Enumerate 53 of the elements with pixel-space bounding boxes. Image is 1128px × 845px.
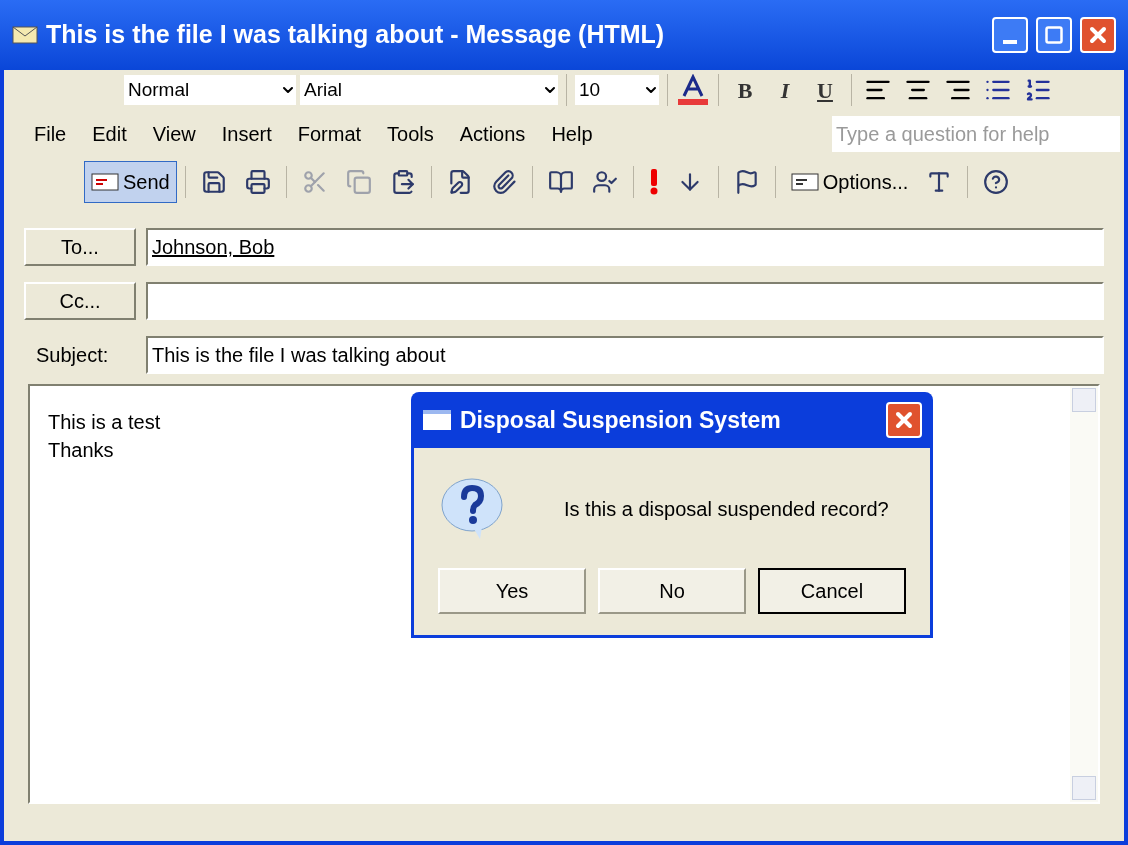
to-field[interactable]: Johnson, Bob: [146, 228, 1104, 266]
window-icon: [422, 409, 452, 431]
cc-field[interactable]: [146, 282, 1104, 320]
subject-label: Subject:: [35, 343, 110, 368]
person-check-icon: [591, 169, 618, 195]
dialog-button[interactable]: No: [598, 568, 746, 614]
dialog-message: Is this a disposal suspended record?: [564, 497, 889, 522]
printer-icon: [244, 169, 271, 195]
style-dropdown[interactable]: Normal: [124, 75, 296, 105]
body-text-line: Thanks: [48, 438, 114, 463]
menu-item[interactable]: Insert: [221, 119, 272, 149]
book-icon: [547, 169, 574, 195]
menu-item[interactable]: Actions: [459, 119, 526, 149]
menu-item[interactable]: Format: [297, 119, 362, 149]
send-button[interactable]: Send: [84, 161, 177, 203]
copy-icon: [345, 169, 372, 195]
dialog-button[interactable]: Yes: [438, 568, 586, 614]
font-size-dropdown[interactable]: 10: [575, 75, 659, 105]
to-button[interactable]: To...: [24, 228, 136, 266]
scrollbar[interactable]: [1070, 386, 1098, 802]
exclamation-icon: [648, 169, 659, 195]
message-icon: [91, 171, 119, 193]
minimize-icon: [1003, 40, 1017, 44]
close-button[interactable]: [886, 402, 922, 438]
menu-item[interactable]: File: [34, 119, 67, 149]
menu-item[interactable]: Edit: [92, 119, 127, 149]
window-title: This is the file I was talking about - Message (HTML): [46, 19, 666, 51]
question-icon: [440, 477, 504, 541]
maximize-icon: [1044, 25, 1064, 45]
font-color-icon[interactable]: [676, 74, 710, 106]
minimize-button[interactable]: [992, 17, 1028, 53]
save-icon: [200, 169, 227, 195]
cc-button[interactable]: Cc...: [24, 282, 136, 320]
menu-item[interactable]: Help: [551, 119, 593, 149]
subject-field[interactable]: This is the file I was talking about: [146, 336, 1104, 374]
font-dropdown[interactable]: Arial: [300, 75, 558, 105]
body-text-line: This is a test: [48, 410, 161, 435]
paperclip-icon: [490, 169, 517, 195]
bold-button[interactable]: B: [727, 73, 763, 107]
envelope-icon: [12, 26, 38, 44]
maximize-button[interactable]: [1036, 17, 1072, 53]
scissors-icon: [301, 169, 328, 195]
help-search-field[interactable]: Type a question for help: [832, 116, 1120, 152]
dialog-button[interactable]: Cancel: [758, 568, 906, 614]
italic-button[interactable]: I: [767, 73, 803, 107]
dialog-title: Disposal Suspension System: [460, 405, 782, 435]
list-icon: [790, 171, 819, 193]
menu-item[interactable]: View: [152, 119, 196, 149]
close-button[interactable]: [1080, 17, 1116, 53]
help-icon: [983, 169, 1010, 195]
underline-button[interactable]: U: [807, 73, 843, 107]
menu-item[interactable]: Tools: [387, 119, 434, 149]
options-button[interactable]: Options...: [783, 161, 916, 203]
